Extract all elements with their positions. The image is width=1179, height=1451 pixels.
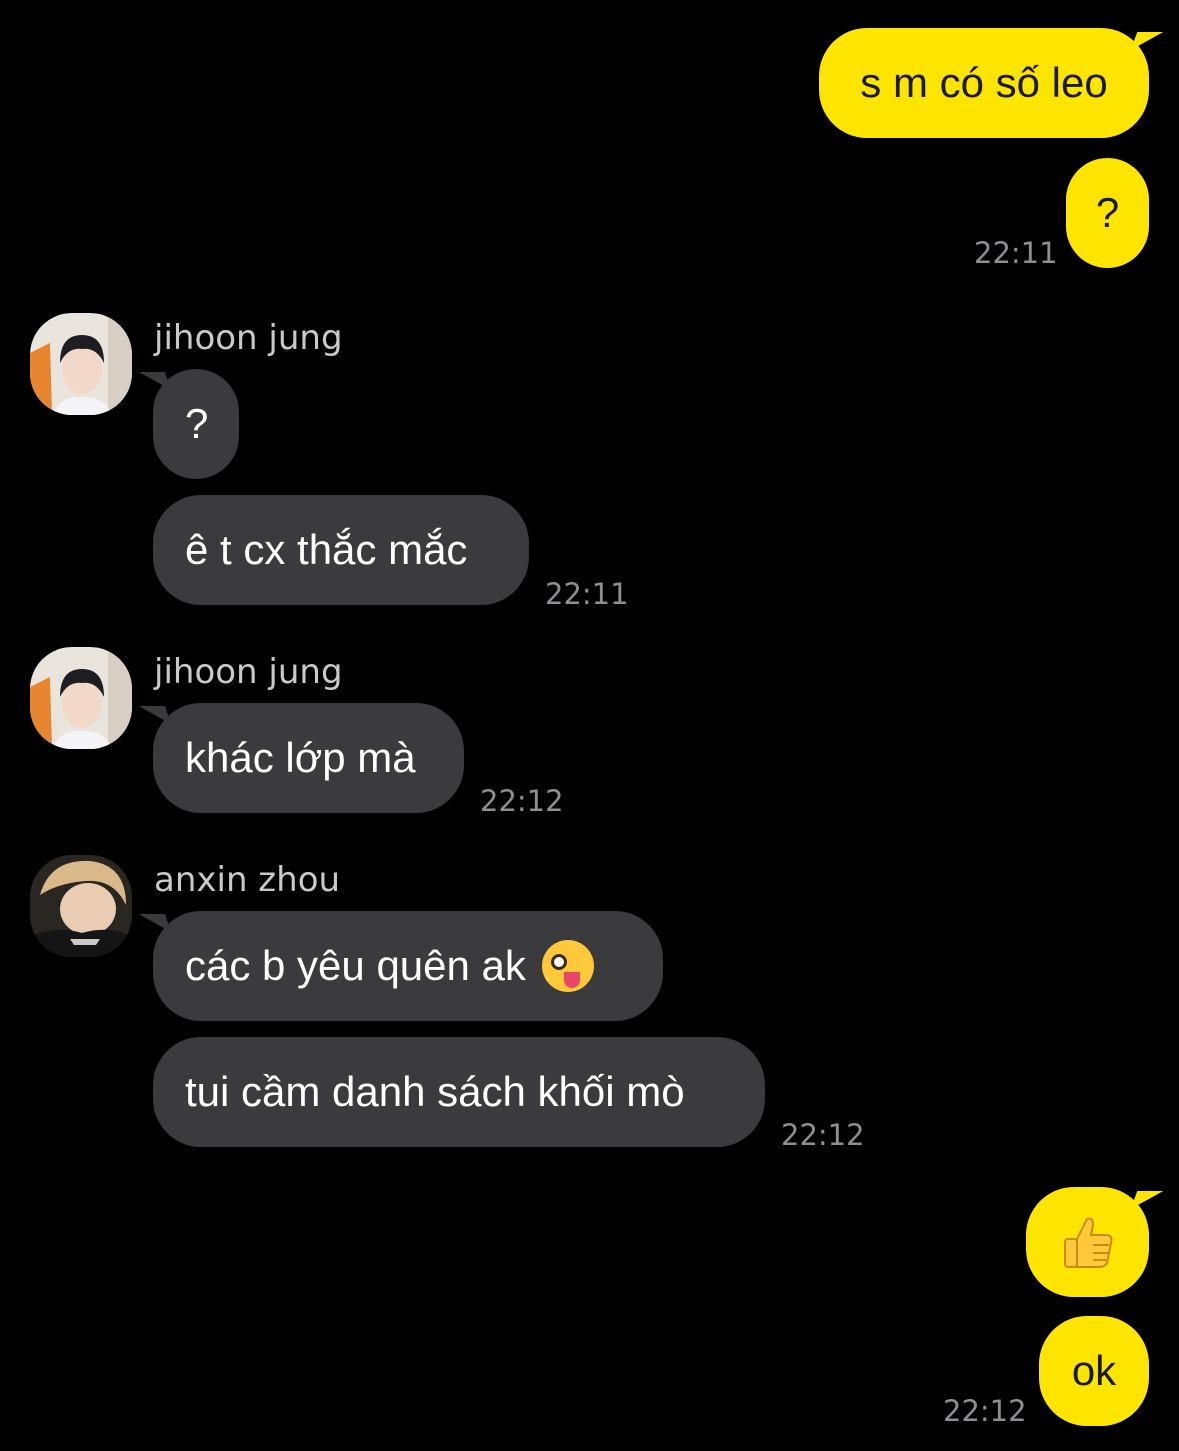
- profile-photo-icon: [30, 855, 132, 957]
- my-message-bubble[interactable]: s m có số leo: [819, 28, 1149, 138]
- message-text: các b yêu quên ak: [185, 942, 526, 989]
- avatar-anxin-zhou[interactable]: [30, 855, 132, 957]
- message-text: ?: [185, 400, 209, 447]
- their-message-bubble[interactable]: ?: [153, 369, 239, 479]
- their-message-bubble[interactable]: ê t cx thắc mắc: [153, 495, 529, 605]
- sender-name: jihoon jung: [154, 318, 343, 358]
- profile-photo-icon: [30, 313, 132, 415]
- profile-photo-icon: [30, 647, 132, 749]
- my-message-bubble[interactable]: [1026, 1187, 1149, 1297]
- my-message-bubble[interactable]: ok: [1039, 1316, 1149, 1426]
- message-text: tui cầm danh sách khối mò: [185, 1068, 685, 1115]
- message-timestamp: 22:11: [545, 577, 629, 611]
- avatar-jihoon-jung[interactable]: [30, 313, 132, 415]
- message-timestamp: 22:11: [974, 236, 1058, 270]
- my-message-bubble[interactable]: ?: [1066, 158, 1149, 268]
- sender-name: jihoon jung: [154, 652, 343, 692]
- avatar-jihoon-jung[interactable]: [30, 647, 132, 749]
- message-text: khác lớp mà: [185, 734, 416, 781]
- winking-tongue-emoji-icon: [541, 940, 594, 992]
- message-timestamp: 22:12: [480, 784, 564, 818]
- their-message-bubble[interactable]: tui cầm danh sách khối mò: [153, 1037, 765, 1147]
- message-text: s m có số leo: [860, 59, 1108, 106]
- message-timestamp: 22:12: [943, 1394, 1027, 1428]
- message-text: ?: [1095, 189, 1120, 236]
- bubble-tail: [1130, 32, 1164, 50]
- their-message-bubble[interactable]: khác lớp mà: [153, 703, 464, 813]
- message-text: ok: [1071, 1347, 1117, 1394]
- bubble-tail: [1130, 1191, 1164, 1209]
- thumbs-up-emoji-icon: [1063, 1217, 1112, 1268]
- sender-name: anxin zhou: [154, 860, 341, 900]
- message-timestamp: 22:12: [781, 1118, 865, 1152]
- message-text: ê t cx thắc mắc: [185, 526, 468, 573]
- their-message-bubble[interactable]: các b yêu quên ak: [153, 911, 663, 1021]
